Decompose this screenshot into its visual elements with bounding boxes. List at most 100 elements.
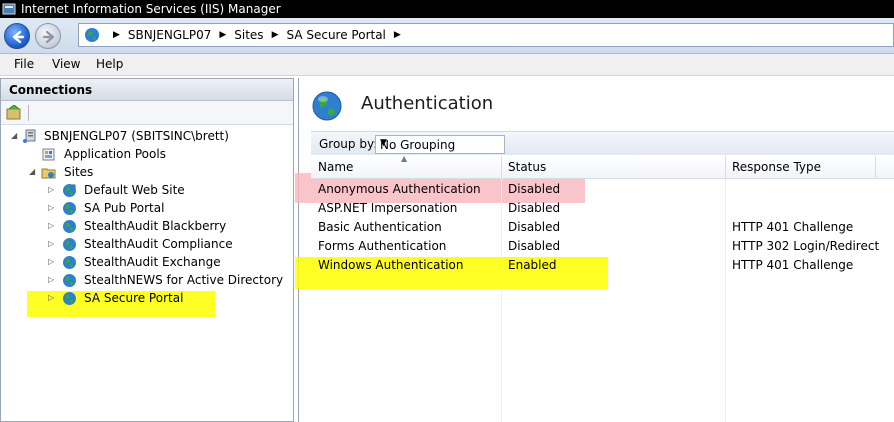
crumb-separator-icon: ▶: [113, 30, 120, 40]
site-label: StealthAudit Blackberry: [84, 219, 227, 233]
cell-name: ASP.NET Impersonation: [318, 201, 458, 215]
collapsed-arrow-icon[interactable]: ▷: [48, 289, 54, 307]
address-bar: ▶ SBNJENGLP07 ▶ Sites ▶ SA Secure Portal…: [0, 18, 894, 54]
cell-response: HTTP 401 Challenge: [732, 220, 854, 234]
title-bar: Internet Information Services (IIS) Mana…: [0, 0, 894, 18]
site-label: Default Web Site: [84, 183, 185, 197]
column-status[interactable]: Status: [508, 160, 546, 174]
cell-name: Basic Authentication: [318, 220, 442, 234]
column-response-type[interactable]: Response Type: [732, 160, 821, 174]
server-label: SBNJENGLP07 (SBITSINC\brett): [44, 129, 229, 143]
website-globe-icon: [63, 274, 76, 287]
site-label: StealthNEWS for Active Directory: [84, 273, 284, 287]
site-label: SA Secure Portal: [84, 291, 184, 305]
toolbar-divider: [28, 105, 29, 121]
forward-arrow-icon: [42, 30, 55, 44]
sites-label: Sites: [64, 165, 94, 179]
sort-ascending-icon: ▲: [401, 154, 408, 163]
column-divider[interactable]: [875, 156, 876, 179]
group-by-label: Group by:: [319, 137, 378, 151]
column-divider[interactable]: [725, 156, 726, 179]
cell-response: HTTP 302 Login/Redirect: [732, 239, 880, 253]
group-by-bar: Group by: No Grouping ▼: [311, 131, 894, 155]
tree-node-site[interactable]: ▷ StealthAudit Exchange: [48, 253, 288, 271]
cell-name: Forms Authentication: [318, 239, 447, 253]
cell-status: Disabled: [508, 239, 561, 253]
tree-node-site[interactable]: ▷ Default Web Site: [48, 181, 288, 199]
expand-arrow-icon[interactable]: ◢: [11, 127, 17, 145]
cell-response: HTTP 401 Challenge: [732, 258, 854, 272]
tree-node-server[interactable]: ◢ SBNJENGLP07 (SBITSINC\brett): [11, 127, 291, 145]
main-panel: Authentication Group by: No Grouping ▼ ▲…: [295, 78, 894, 422]
connections-header: Connections: [1, 79, 293, 101]
crumb-separator-icon: ▶: [219, 30, 227, 40]
table-row[interactable]: ASP.NET Impersonation Disabled: [311, 199, 894, 218]
table-row[interactable]: Basic Authentication Disabled HTTP 401 C…: [311, 218, 894, 237]
server-icon: [23, 129, 36, 143]
authentication-globe-icon: [312, 91, 342, 121]
grid-header: ▲ Name Status Response Type: [311, 154, 894, 179]
address-box[interactable]: ▶ SBNJENGLP07 ▶ Sites ▶ SA Secure Portal…: [78, 23, 894, 47]
cell-status: Disabled: [508, 220, 561, 234]
iis-app-icon: [2, 3, 16, 15]
crumb-separator-icon[interactable]: ▶: [394, 30, 401, 40]
website-globe-icon: [63, 184, 76, 197]
crumb-sites[interactable]: Sites: [234, 28, 263, 42]
connections-panel: Connections ◢ SBNJENGLP07 (SBITSINC\bret…: [0, 78, 294, 422]
cell-status: Disabled: [508, 182, 561, 196]
crumb-separator-icon: ▶: [271, 30, 279, 40]
website-globe-icon: [63, 238, 76, 251]
column-name[interactable]: Name: [318, 160, 353, 174]
menu-bar: File View Help: [0, 54, 894, 76]
features-grid: ▲ Name Status Response Type Anonymous Au…: [295, 154, 894, 422]
forward-button[interactable]: [35, 23, 61, 49]
breadcrumb: ▶ SBNJENGLP07 ▶ Sites ▶ SA Secure Portal…: [105, 28, 409, 42]
website-globe-icon: [63, 256, 76, 269]
cell-name: Anonymous Authentication: [318, 182, 481, 196]
collapsed-arrow-icon[interactable]: ▷: [48, 181, 54, 199]
group-by-dropdown[interactable]: No Grouping ▼: [375, 135, 505, 154]
column-divider[interactable]: [501, 156, 502, 179]
tree-node-site-selected[interactable]: ▷ SA Secure Portal: [48, 289, 288, 307]
website-globe-icon: [63, 220, 76, 233]
tree-node-sites[interactable]: ◢ Sites: [29, 163, 289, 181]
connections-toolbar: [1, 101, 293, 125]
table-row[interactable]: Forms Authentication Disabled HTTP 302 L…: [311, 237, 894, 256]
tree-node-site[interactable]: ▷ StealthNEWS for Active Directory: [48, 271, 288, 289]
menu-help[interactable]: Help: [96, 57, 123, 71]
collapsed-arrow-icon[interactable]: ▷: [48, 253, 54, 271]
cell-status: Disabled: [508, 201, 561, 215]
collapsed-arrow-icon[interactable]: ▷: [48, 271, 54, 289]
tree-node-app-pools[interactable]: Application Pools: [29, 145, 289, 163]
menu-file[interactable]: File: [14, 57, 34, 71]
window-title: Internet Information Services (IIS) Mana…: [21, 2, 281, 16]
site-label: StealthAudit Compliance: [84, 237, 233, 251]
collapsed-arrow-icon[interactable]: ▷: [48, 199, 54, 217]
tree-node-site[interactable]: ▷ StealthAudit Blackberry: [48, 217, 288, 235]
crumb-server[interactable]: SBNJENGLP07: [128, 28, 211, 42]
menu-view[interactable]: View: [52, 57, 80, 71]
connections-title: Connections: [9, 83, 93, 97]
tree-node-site[interactable]: ▷ StealthAudit Compliance: [48, 235, 288, 253]
create-connection-icon[interactable]: [6, 105, 22, 120]
table-row[interactable]: Anonymous Authentication Disabled: [311, 180, 894, 199]
table-row[interactable]: Windows Authentication Enabled HTTP 401 …: [311, 256, 894, 275]
globe-icon: [85, 28, 99, 42]
collapsed-arrow-icon[interactable]: ▷: [48, 217, 54, 235]
crumb-site[interactable]: SA Secure Portal: [286, 28, 385, 42]
cell-name: Windows Authentication: [318, 258, 464, 272]
sites-folder-icon: [41, 168, 56, 179]
page-title: Authentication: [361, 93, 494, 114]
collapsed-arrow-icon[interactable]: ▷: [48, 235, 54, 253]
site-label: SA Pub Portal: [84, 201, 165, 215]
tree-node-site[interactable]: ▷ SA Pub Portal: [48, 199, 288, 217]
cell-status: Enabled: [508, 258, 557, 272]
website-globe-icon: [63, 292, 76, 305]
website-globe-icon: [63, 202, 76, 215]
dropdown-arrow-icon: ▼: [380, 138, 387, 148]
app-pools-label: Application Pools: [64, 147, 166, 161]
expand-arrow-icon[interactable]: ◢: [29, 163, 35, 181]
app-pools-icon: [42, 148, 55, 161]
back-button[interactable]: [4, 23, 30, 49]
back-arrow-icon: [12, 30, 25, 44]
